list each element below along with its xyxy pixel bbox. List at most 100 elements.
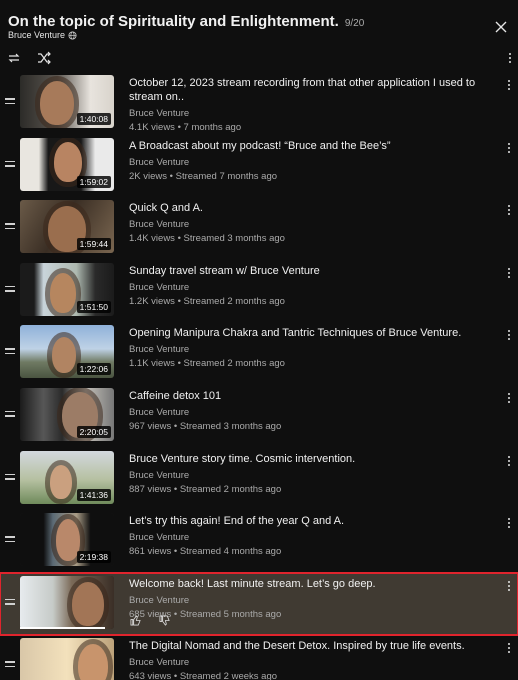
video-title[interactable]: Welcome back! Last minute stream. Let’s … — [129, 577, 489, 591]
more-vert-icon[interactable] — [507, 267, 511, 280]
video-channel[interactable]: Bruce Venture — [129, 282, 489, 293]
playlist-item[interactable]: 1:22:06 Opening Manipura Chakra and Tant… — [0, 322, 518, 385]
video-thumbnail[interactable]: 2:19:38 — [20, 513, 114, 567]
video-channel[interactable]: Bruce Venture — [129, 532, 489, 543]
video-meta: 685 views • Streamed 5 months ago — [129, 608, 282, 620]
thumbs-up-icon[interactable] — [130, 615, 141, 626]
video-channel[interactable]: Bruce Venture — [129, 344, 489, 355]
playlist-item[interactable]: 1:59:44 Quick Q and A. Bruce Venture 1.4… — [0, 197, 518, 260]
playlist-item[interactable]: 1:51:50 Sunday travel stream w/ Bruce Ve… — [0, 260, 518, 323]
video-title[interactable]: The Digital Nomad and the Desert Detox. … — [129, 639, 489, 653]
drag-handle-icon[interactable] — [5, 223, 15, 231]
drag-handle-icon[interactable] — [5, 348, 15, 356]
watch-progress-bar — [20, 627, 114, 630]
video-duration: 1:51:50 — [76, 300, 111, 313]
video-thumbnail[interactable]: 1:51:50 — [20, 262, 114, 316]
video-channel[interactable]: Bruce Venture — [129, 157, 489, 168]
video-title[interactable]: Sunday travel stream w/ Bruce Venture — [129, 264, 489, 278]
video-meta: 887 views • Streamed 2 months ago — [129, 483, 282, 495]
thumbnail-subject — [40, 81, 74, 125]
video-thumbnail[interactable]: 1:22:06 — [20, 325, 114, 379]
video-channel[interactable]: Bruce Venture — [129, 595, 489, 606]
playlist-video-list: 1:40:08 October 12, 2023 stream recordin… — [0, 72, 518, 680]
drag-handle-icon[interactable] — [5, 410, 15, 419]
more-vert-icon[interactable] — [507, 643, 511, 655]
drag-handle-icon[interactable] — [5, 598, 15, 607]
playlist-item[interactable]: 2:19:38 Let’s try this again! End of the… — [0, 510, 518, 573]
thumbnail-subject — [52, 337, 76, 374]
video-channel[interactable]: Bruce Venture — [129, 219, 489, 230]
video-duration: 1:59:44 — [76, 238, 111, 251]
video-channel[interactable]: Bruce Venture — [129, 407, 489, 418]
video-info: Let’s try this again! End of the year Q … — [129, 514, 489, 557]
video-thumbnail[interactable] — [20, 638, 114, 680]
more-vert-icon[interactable] — [507, 80, 511, 92]
drag-handle-icon[interactable] — [5, 536, 15, 544]
drag-handle-icon[interactable] — [5, 98, 15, 106]
more-vert-icon[interactable] — [507, 392, 511, 405]
video-info: Quick Q and A. Bruce Venture 1.4K views … — [129, 201, 489, 244]
video-thumbnail[interactable] — [20, 575, 114, 629]
video-duration: 1:40:08 — [76, 113, 111, 125]
drag-handle-icon[interactable] — [5, 160, 15, 169]
video-info: The Digital Nomad and the Desert Detox. … — [129, 639, 489, 680]
playlist-owner-row: Bruce Venture — [8, 30, 77, 40]
more-vert-icon[interactable] — [508, 52, 512, 64]
video-thumbnail[interactable]: 1:40:08 — [20, 75, 114, 128]
playlist-header: On the topic of Spirituality and Enlight… — [0, 0, 518, 74]
video-thumbnail[interactable]: 2:20:05 — [20, 387, 114, 441]
playlist-controls — [6, 50, 52, 66]
video-meta: 967 views • Streamed 3 months ago — [129, 420, 282, 432]
video-duration: 2:19:38 — [76, 551, 111, 564]
shuffle-icon[interactable] — [36, 50, 52, 66]
video-info: Welcome back! Last minute stream. Let’s … — [129, 577, 489, 620]
video-thumbnail[interactable]: 1:41:36 — [20, 450, 114, 504]
more-vert-icon[interactable] — [507, 580, 511, 593]
thumbnail-subject — [50, 464, 72, 499]
playlist-title: On the topic of Spirituality and Enlight… — [8, 13, 339, 30]
more-vert-icon[interactable] — [507, 142, 511, 155]
thumbnail-subject — [72, 581, 104, 626]
video-title[interactable]: October 12, 2023 stream recording from t… — [129, 76, 489, 104]
more-vert-icon[interactable] — [507, 330, 511, 342]
video-duration: 1:22:06 — [76, 363, 111, 376]
video-info: Caffeine detox 101 Bruce Venture 967 vie… — [129, 389, 489, 432]
video-title[interactable]: Let’s try this again! End of the year Q … — [129, 514, 489, 528]
drag-handle-icon[interactable] — [5, 285, 15, 294]
more-vert-icon[interactable] — [507, 205, 511, 217]
playlist-item[interactable]: 2:20:05 Caffeine detox 101 Bruce Venture… — [0, 385, 518, 448]
video-title[interactable]: Quick Q and A. — [129, 201, 489, 215]
playlist-item[interactable]: The Digital Nomad and the Desert Detox. … — [0, 635, 518, 680]
playlist-item[interactable]: 1:59:02 A Broadcast about my podcast! “B… — [0, 135, 518, 198]
playlist-title-row: On the topic of Spirituality and Enlight… — [8, 13, 364, 30]
drag-handle-icon[interactable] — [5, 661, 15, 669]
globe-icon — [68, 30, 77, 40]
video-meta: 2K views • Streamed 7 months ago — [129, 170, 278, 182]
video-thumbnail[interactable]: 1:59:44 — [20, 200, 114, 254]
video-title[interactable]: Caffeine detox 101 — [129, 389, 489, 403]
video-info: Sunday travel stream w/ Bruce Venture Br… — [129, 264, 489, 307]
more-vert-icon[interactable] — [507, 518, 511, 530]
playlist-item[interactable]: 1:40:08 October 12, 2023 stream recordin… — [0, 72, 518, 135]
loop-icon[interactable] — [6, 50, 22, 66]
video-meta: 643 views • Streamed 2 weeks ago — [129, 671, 278, 680]
more-vert-icon[interactable] — [507, 455, 511, 468]
playlist-item-current[interactable]: Welcome back! Last minute stream. Let’s … — [0, 571, 518, 637]
close-icon[interactable] — [490, 16, 512, 38]
playlist-item[interactable]: 1:41:36 Bruce Venture story time. Cosmic… — [0, 448, 518, 511]
video-channel[interactable]: Bruce Venture — [129, 657, 489, 668]
video-channel[interactable]: Bruce Venture — [129, 108, 489, 119]
video-title[interactable]: Opening Manipura Chakra and Tantric Tech… — [129, 326, 489, 340]
thumbs-down-icon[interactable] — [159, 615, 170, 626]
video-title[interactable]: A Broadcast about my podcast! “Bruce and… — [129, 139, 489, 153]
video-channel[interactable]: Bruce Venture — [129, 470, 489, 481]
video-meta: 861 views • Streamed 4 months ago — [129, 546, 282, 558]
video-thumbnail[interactable]: 1:59:02 — [20, 137, 114, 191]
playlist-owner[interactable]: Bruce Venture — [8, 30, 65, 40]
video-duration: 1:41:36 — [76, 488, 111, 501]
thumbnail-subject — [78, 644, 108, 680]
drag-handle-icon[interactable] — [5, 473, 15, 482]
video-duration: 1:59:02 — [76, 175, 111, 188]
video-info: October 12, 2023 stream recording from t… — [129, 76, 489, 133]
video-title[interactable]: Bruce Venture story time. Cosmic interve… — [129, 452, 489, 466]
